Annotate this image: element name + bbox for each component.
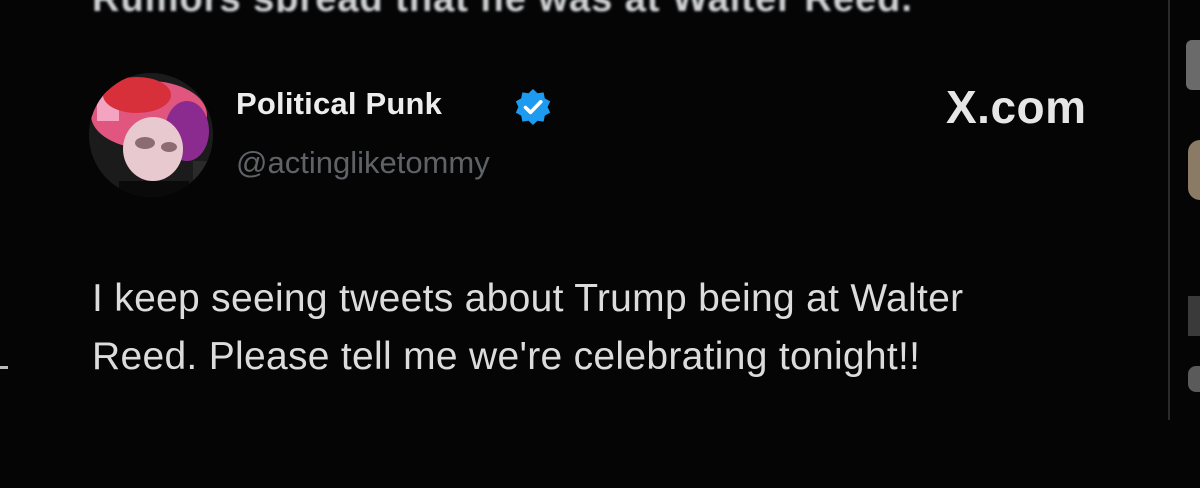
tweet-text-line: Reed. Please tell me we're celebrating t… bbox=[92, 335, 921, 378]
tweet-text-line: I keep seeing tweets about Trump being a… bbox=[92, 277, 964, 320]
right-panel-divider bbox=[1168, 0, 1170, 420]
right-neighbor-edge bbox=[1188, 366, 1200, 392]
left-neighbor-mark bbox=[0, 366, 8, 369]
right-neighbor-avatar-edge bbox=[1188, 140, 1200, 200]
previous-content-cut-text: Rumors spread that he was at Walter Reed… bbox=[92, 0, 1022, 12]
avatar[interactable] bbox=[89, 73, 213, 197]
right-neighbor-edge bbox=[1188, 296, 1200, 336]
tweet-text: I keep seeing tweets about Trump being a… bbox=[92, 270, 1160, 386]
x-logo[interactable]: X.com bbox=[946, 80, 1087, 134]
left-neighbor-edge bbox=[0, 146, 10, 186]
avatar-image bbox=[89, 73, 213, 197]
author-handle[interactable]: @actingliketommy bbox=[236, 145, 490, 181]
right-neighbor-edge bbox=[1186, 40, 1200, 90]
verified-badge-icon bbox=[513, 87, 553, 127]
author-display-name[interactable]: Political Punk bbox=[236, 86, 442, 122]
